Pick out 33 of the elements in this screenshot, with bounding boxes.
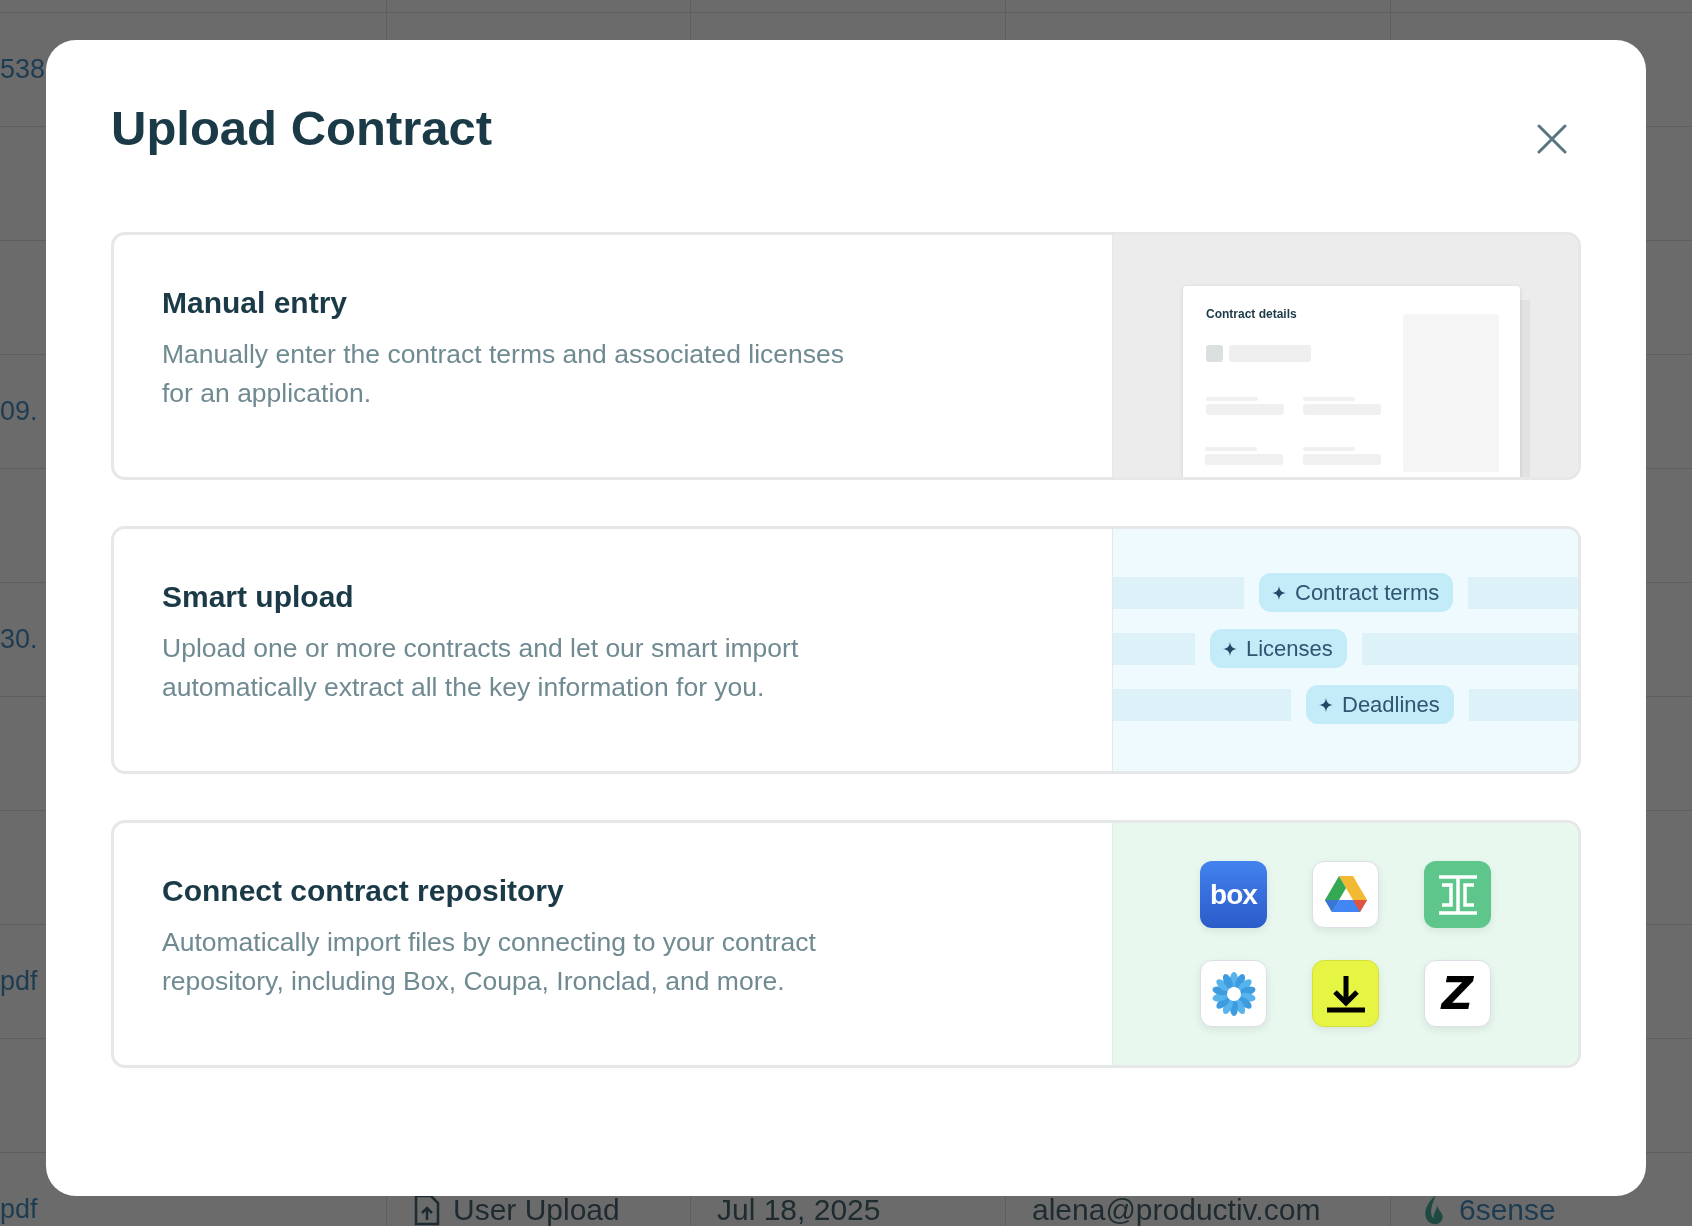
ironclad-logo	[1424, 861, 1491, 928]
option-title: Smart upload	[162, 579, 354, 615]
file-extension: 09.	[0, 398, 38, 425]
option-title: Connect contract repository	[162, 873, 564, 909]
source-text: User Upload	[453, 1194, 620, 1225]
email-text: alena@productiv.com	[1032, 1194, 1321, 1225]
flower-logo	[1200, 960, 1267, 1027]
option-card[interactable]: Smart upload Upload one or more contracts and let our smart import automatically extract all the key information for you. Contract terms Licenses Deadlines	[111, 526, 1581, 774]
option-card[interactable]: Connect contract repository Automatically import files by connecting to your contract repository, including Box, Coupa, Ironclad, and more. box Z	[111, 820, 1581, 1068]
drive-logo	[1312, 861, 1379, 928]
sparkle-icon	[1319, 697, 1333, 712]
extracted-tag: Contract terms	[1259, 573, 1454, 612]
close-icon	[1537, 124, 1567, 154]
option-description: Automatically import files by connecting to your contract repository, including Box, Coupa, Ironclad, and more.	[162, 926, 817, 998]
file-extension: 538	[0, 56, 46, 83]
zip-logo: Z	[1424, 960, 1491, 1027]
file-extension: 30.	[0, 626, 38, 653]
sparkle-icon	[1272, 585, 1286, 600]
file-upload-icon	[413, 1193, 441, 1226]
form-title: Contract details	[1206, 307, 1297, 321]
option-title: Manual entry	[162, 285, 348, 321]
file-extension: pdf	[0, 1196, 38, 1223]
sparkle-icon	[1223, 641, 1237, 656]
extracted-tag: Licenses	[1210, 629, 1347, 668]
dialog-title: Upload Contract	[111, 100, 493, 157]
option-description: Manually enter the contract terms and associated licenses for an application.	[162, 338, 845, 410]
download-logo	[1312, 960, 1379, 1027]
option-description: Upload one or more contracts and let our smart import automatically extract all the key information for you.	[162, 632, 800, 704]
option-card[interactable]: Manual entry Manually enter the contract terms and associated licenses for an application. Contract details	[111, 232, 1581, 480]
date-text: Jul 18, 2025	[717, 1194, 881, 1225]
file-extension: pdf	[0, 968, 38, 995]
box-logo: box	[1200, 861, 1267, 928]
extracted-tag: Deadlines	[1306, 685, 1454, 724]
